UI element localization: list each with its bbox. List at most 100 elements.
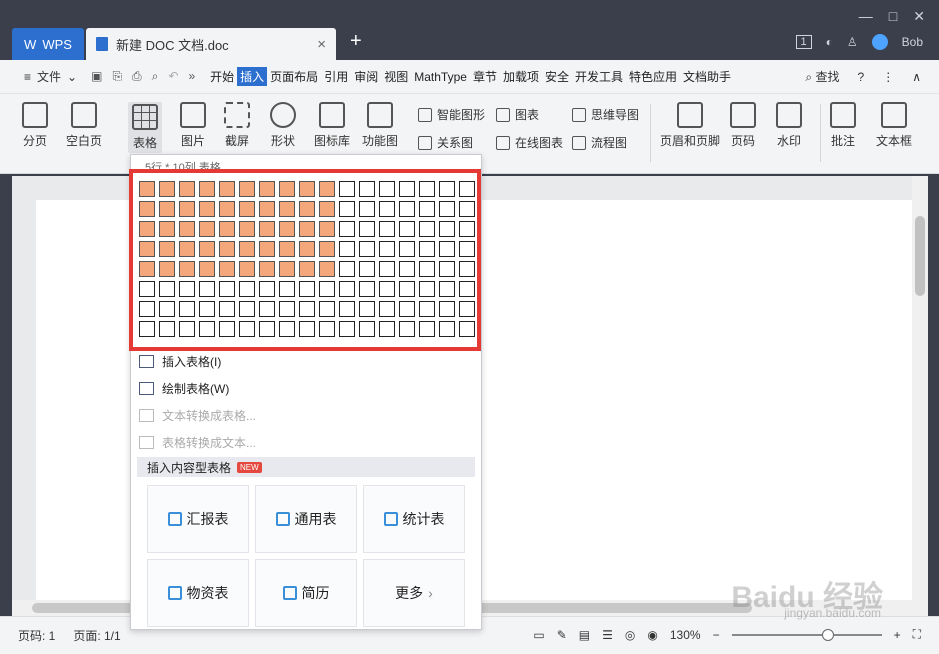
grid-cell[interactable] bbox=[159, 221, 175, 237]
grid-cell[interactable] bbox=[359, 241, 375, 257]
save-icon[interactable]: ▣ bbox=[91, 69, 102, 84]
smart-art-button[interactable]: 智能图形 bbox=[418, 106, 485, 123]
grid-cell[interactable] bbox=[339, 181, 355, 197]
grid-cell[interactable] bbox=[279, 241, 295, 257]
close-tab-icon[interactable]: × bbox=[317, 36, 326, 53]
zoom-out-button[interactable]: − bbox=[713, 628, 720, 642]
grid-cell[interactable] bbox=[379, 201, 395, 217]
blank-page-button[interactable]: 空白页 bbox=[66, 102, 102, 149]
grid-cell[interactable] bbox=[399, 221, 415, 237]
picture-button[interactable]: 图片 bbox=[180, 102, 206, 149]
grid-cell[interactable] bbox=[299, 221, 315, 237]
grid-cell[interactable] bbox=[299, 281, 315, 297]
grid-cell[interactable] bbox=[379, 321, 395, 337]
grid-cell[interactable] bbox=[339, 281, 355, 297]
read-mode-icon[interactable]: ▭ bbox=[533, 628, 544, 642]
page-number-button[interactable]: 页码 bbox=[730, 102, 756, 149]
undo-icon[interactable]: ↶ bbox=[168, 69, 178, 84]
grid-cell[interactable] bbox=[299, 201, 315, 217]
grid-cell[interactable] bbox=[139, 321, 155, 337]
grid-cell[interactable] bbox=[359, 321, 375, 337]
grid-cell[interactable] bbox=[259, 321, 275, 337]
grid-cell[interactable] bbox=[339, 201, 355, 217]
grid-cell[interactable] bbox=[399, 181, 415, 197]
document-tab[interactable]: 新建 DOC 文档.doc × bbox=[86, 28, 336, 60]
grid-cell[interactable] bbox=[239, 261, 255, 277]
grid-cell[interactable] bbox=[299, 181, 315, 197]
grid-cell[interactable] bbox=[359, 261, 375, 277]
grid-cell[interactable] bbox=[219, 241, 235, 257]
grid-cell[interactable] bbox=[299, 261, 315, 277]
grid-cell[interactable] bbox=[279, 301, 295, 317]
grid-cell[interactable] bbox=[159, 321, 175, 337]
grid-cell[interactable] bbox=[259, 201, 275, 217]
grid-cell[interactable] bbox=[199, 241, 215, 257]
grid-cell[interactable] bbox=[359, 301, 375, 317]
grid-cell[interactable] bbox=[159, 201, 175, 217]
grid-cell[interactable] bbox=[179, 201, 195, 217]
grid-cell[interactable] bbox=[239, 201, 255, 217]
grid-cell[interactable] bbox=[459, 281, 475, 297]
zoom-level[interactable]: 130% bbox=[670, 628, 701, 642]
grid-cell[interactable] bbox=[299, 241, 315, 257]
grid-cell[interactable] bbox=[239, 181, 255, 197]
grid-cell[interactable] bbox=[219, 301, 235, 317]
grid-cell[interactable] bbox=[419, 321, 435, 337]
insert-table-item[interactable]: 插入表格(I) bbox=[139, 353, 221, 370]
tab-security[interactable]: 安全 bbox=[542, 68, 572, 85]
table-button[interactable]: 表格 bbox=[128, 102, 162, 153]
grid-cell[interactable] bbox=[299, 301, 315, 317]
grid-cell[interactable] bbox=[379, 281, 395, 297]
maximize-button[interactable]: □ bbox=[889, 8, 897, 25]
grid-cell[interactable] bbox=[279, 261, 295, 277]
grid-cell[interactable] bbox=[339, 261, 355, 277]
more-options-icon[interactable]: ⋮ bbox=[882, 70, 894, 84]
tab-page-layout[interactable]: 页面布局 bbox=[267, 68, 321, 85]
grid-cell[interactable] bbox=[179, 261, 195, 277]
print-preview-icon[interactable]: ⌕ bbox=[152, 69, 159, 84]
grid-cell[interactable] bbox=[339, 321, 355, 337]
grid-cell[interactable] bbox=[279, 201, 295, 217]
grid-cell[interactable] bbox=[439, 321, 455, 337]
grid-cell[interactable] bbox=[199, 261, 215, 277]
grid-cell[interactable] bbox=[159, 241, 175, 257]
grid-cell[interactable] bbox=[379, 241, 395, 257]
shirt-icon[interactable]: ♙ bbox=[847, 35, 858, 49]
grid-cell[interactable] bbox=[399, 281, 415, 297]
grid-cell[interactable] bbox=[319, 301, 335, 317]
relation-chart-button[interactable]: 关系图 bbox=[418, 134, 473, 151]
tab-addins[interactable]: 加载项 bbox=[500, 68, 542, 85]
tab-home[interactable]: 开始 bbox=[207, 68, 237, 85]
skin-icon[interactable]: ◐ bbox=[826, 35, 833, 49]
grid-cell[interactable] bbox=[419, 221, 435, 237]
page-view-icon[interactable]: ▤ bbox=[579, 628, 590, 642]
grid-cell[interactable] bbox=[459, 321, 475, 337]
grid-cell[interactable] bbox=[439, 281, 455, 297]
grid-cell[interactable] bbox=[359, 221, 375, 237]
screenshot-button[interactable]: 截屏 bbox=[224, 102, 250, 149]
grid-cell[interactable] bbox=[219, 281, 235, 297]
zoom-in-button[interactable]: + bbox=[894, 628, 901, 642]
zoom-slider-handle[interactable] bbox=[821, 628, 834, 641]
grid-cell[interactable] bbox=[239, 321, 255, 337]
tab-view[interactable]: 视图 bbox=[381, 68, 411, 85]
grid-cell[interactable] bbox=[199, 301, 215, 317]
grid-cell[interactable] bbox=[259, 181, 275, 197]
grid-cell[interactable] bbox=[159, 301, 175, 317]
grid-cell[interactable] bbox=[439, 201, 455, 217]
export-icon[interactable]: ⎘ bbox=[112, 69, 122, 84]
statistics-table-tile[interactable]: 统计表 bbox=[363, 485, 465, 553]
grid-cell[interactable] bbox=[319, 241, 335, 257]
vertical-scroll-thumb[interactable] bbox=[915, 216, 925, 296]
grid-cell[interactable] bbox=[399, 321, 415, 337]
textbox-button[interactable]: 文本框 bbox=[876, 102, 912, 149]
tab-references[interactable]: 引用 bbox=[321, 68, 351, 85]
print-icon[interactable]: ⎙ bbox=[132, 69, 142, 84]
grid-cell[interactable] bbox=[439, 241, 455, 257]
avatar[interactable] bbox=[871, 34, 888, 50]
grid-cell[interactable] bbox=[419, 261, 435, 277]
grid-cell[interactable] bbox=[259, 221, 275, 237]
chart-button[interactable]: 图表 bbox=[496, 106, 539, 123]
grid-cell[interactable] bbox=[439, 181, 455, 197]
grid-cell[interactable] bbox=[179, 301, 195, 317]
